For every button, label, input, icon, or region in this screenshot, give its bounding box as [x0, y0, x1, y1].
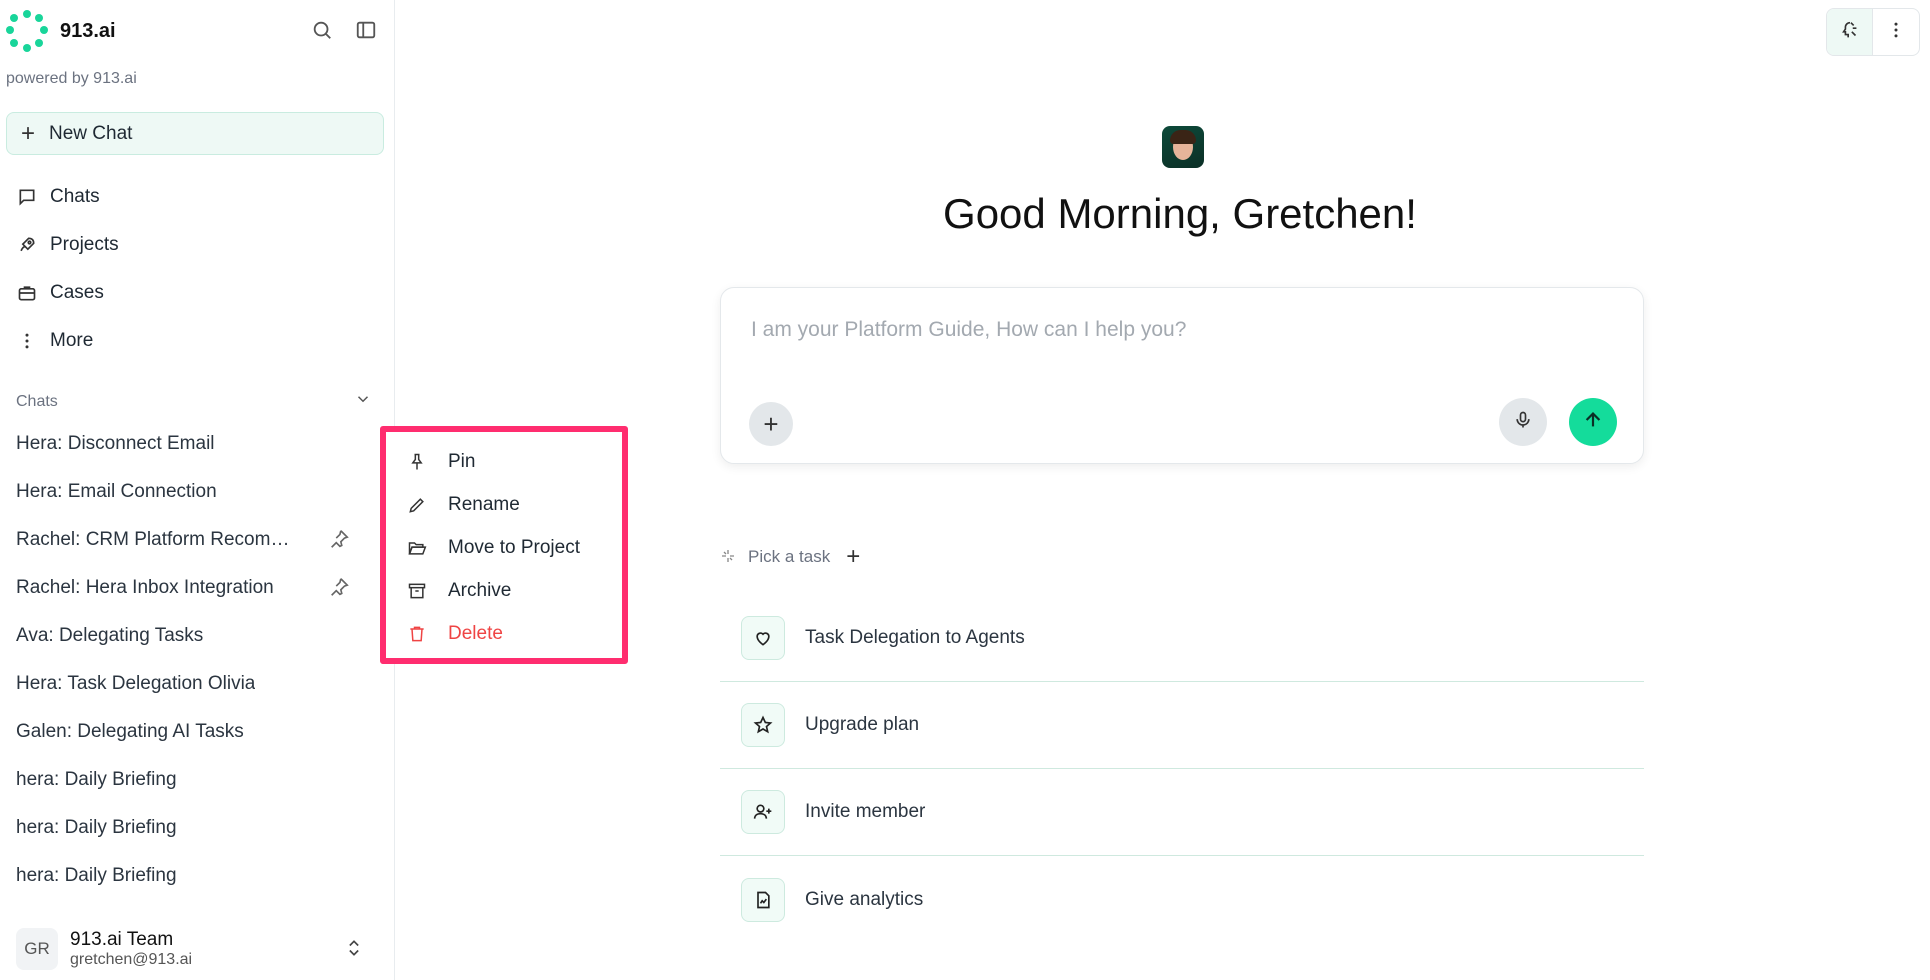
plus-icon: + [21, 119, 36, 147]
brand[interactable]: 913.ai [6, 10, 116, 52]
chat-list: Hera: Disconnect Email Hera: Email Conne… [16, 420, 376, 900]
add-task-button[interactable]: + [846, 545, 860, 569]
rocket-icon [16, 234, 38, 256]
file-chart-icon [741, 877, 785, 922]
attach-button[interactable]: + [749, 402, 793, 446]
brand-name: 913.ai [60, 19, 116, 42]
folder-open-icon [406, 537, 428, 559]
chevron-up-down-icon[interactable] [344, 937, 364, 964]
chat-list-item[interactable]: Hera: Disconnect Email [16, 420, 376, 468]
heart-icon [741, 616, 785, 660]
menu-item-pin[interactable]: Pin [386, 440, 622, 483]
chat-list-item[interactable]: hera: Daily Briefing [16, 852, 376, 900]
trash-icon [406, 623, 428, 645]
pencil-icon [406, 494, 428, 516]
pin-icon[interactable] [328, 528, 352, 552]
avatar: GR [16, 928, 58, 970]
menu-item-move-to-project[interactable]: Move to Project [386, 526, 622, 569]
sparkle-icon [720, 548, 738, 566]
page-title: Good Morning, Gretchen! [943, 190, 1417, 237]
task-item[interactable]: Give analytics [720, 856, 1644, 943]
message-square-icon [16, 186, 38, 208]
powered-by: powered by 913.ai [6, 70, 137, 87]
chat-list-item[interactable]: Hera: Email Connection [16, 468, 376, 516]
guide-mode-button[interactable] [1827, 9, 1873, 55]
archive-icon [406, 580, 428, 602]
task-item[interactable]: Upgrade plan [720, 682, 1644, 769]
pick-task-header: Pick a task + [720, 545, 860, 569]
new-chat-button[interactable]: + New Chat [6, 112, 384, 155]
more-vertical-icon [1886, 20, 1906, 45]
sidebar-item-label: Chats [50, 186, 100, 207]
menu-item-delete[interactable]: Delete [386, 612, 622, 655]
pin-icon [406, 451, 428, 473]
chat-context-menu: Pin Rename Move to Project Archive Delet… [380, 426, 628, 664]
arrow-up-icon [1582, 409, 1604, 436]
more-vertical-icon [16, 330, 38, 352]
top-right-toolbar [1826, 8, 1920, 56]
brain-icon [1839, 19, 1861, 46]
chat-list-item[interactable]: hera: Daily Briefing [16, 756, 376, 804]
sidebar-item-projects[interactable]: Projects [16, 221, 376, 269]
menu-item-rename[interactable]: Rename [386, 483, 622, 526]
user-plus-icon [741, 790, 785, 834]
chat-list-item[interactable]: Rachel: Hera Inbox Integration [16, 564, 376, 612]
microphone-button[interactable] [1499, 398, 1547, 446]
user-email: gretchen@913.ai [70, 951, 193, 968]
new-chat-label: New Chat [49, 122, 133, 144]
chat-list-item[interactable]: Ava: Delegating Tasks [16, 612, 376, 660]
logo-icon [6, 10, 48, 52]
chat-list-item[interactable]: Galen: Delegating AI Tasks [16, 708, 376, 756]
pin-icon[interactable] [328, 576, 352, 600]
user-name: 913.ai Team [70, 929, 174, 950]
message-input[interactable]: I am your Platform Guide, How can I help… [751, 318, 1186, 342]
sidebar: 913.ai powered by 913.ai + New Chat Chat… [0, 0, 395, 980]
sidebar-item-chats[interactable]: Chats [16, 173, 376, 221]
sidebar-item-label: Cases [50, 282, 104, 303]
pick-task-label: Pick a task [748, 547, 831, 566]
plus-icon: + [763, 408, 779, 439]
sidebar-item-label: Projects [50, 234, 119, 255]
chat-list-item[interactable]: Hera: Task Delegation Olivia [16, 660, 376, 708]
briefcase-icon [16, 282, 38, 304]
send-button[interactable] [1569, 398, 1617, 446]
user-menu[interactable]: GR 913.ai Team gretchen@913.ai [16, 925, 376, 973]
sidebar-toggle-icon[interactable] [354, 18, 378, 42]
sidebar-item-more[interactable]: More [16, 317, 376, 365]
chat-composer[interactable]: I am your Platform Guide, How can I help… [720, 287, 1644, 464]
chat-list-item[interactable]: Rachel: CRM Platform Recomm... [16, 516, 376, 564]
sidebar-nav: Chats Projects Cases More [16, 173, 376, 365]
chats-section-title: Chats [16, 392, 58, 410]
task-list: Task Delegation to Agents Upgrade plan I… [720, 595, 1644, 943]
sidebar-item-cases[interactable]: Cases [16, 269, 376, 317]
sidebar-item-label: More [50, 330, 94, 351]
chats-section-header[interactable]: Chats [16, 390, 372, 413]
more-options-button[interactable] [1873, 9, 1919, 55]
task-item[interactable]: Task Delegation to Agents [720, 595, 1644, 682]
chevron-down-icon[interactable] [354, 390, 372, 413]
chat-list-item[interactable]: hera: Daily Briefing [16, 804, 376, 852]
star-icon [741, 703, 785, 747]
agent-avatar [1162, 126, 1204, 168]
microphone-icon [1513, 410, 1533, 435]
search-icon[interactable] [310, 18, 334, 42]
task-item[interactable]: Invite member [720, 769, 1644, 856]
menu-item-archive[interactable]: Archive [386, 569, 622, 612]
